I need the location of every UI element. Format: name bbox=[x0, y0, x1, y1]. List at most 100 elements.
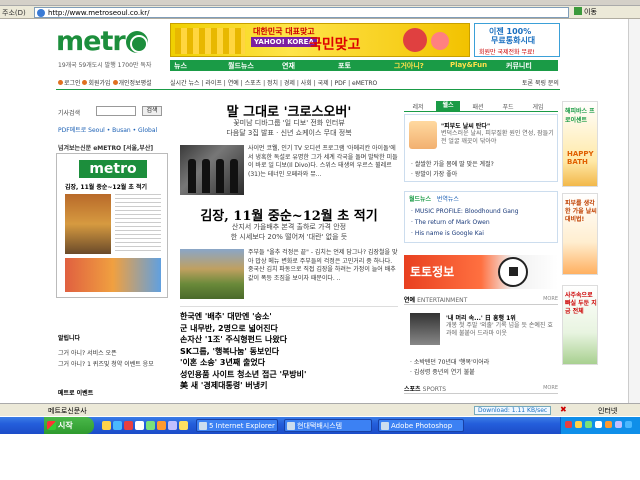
feature-title[interactable]: "피부도 날씨 탄다" bbox=[441, 121, 490, 130]
nav-news[interactable]: 뉴스 bbox=[174, 61, 187, 71]
nav-photo[interactable]: 포토 bbox=[338, 61, 351, 71]
sports-header: 스포츠 SPORTS MORE bbox=[404, 384, 558, 394]
subheadline-2a: 산지서 가을배추 본격 출하로 가격 안정 bbox=[231, 223, 347, 231]
list-item[interactable]: '이혼 소송' 3년째 출었다 bbox=[180, 357, 398, 369]
login-link[interactable]: 로그인 bbox=[64, 80, 81, 87]
task-delivery-system[interactable]: 현대택배시스템 bbox=[284, 419, 372, 432]
skin-care-ad[interactable]: 피부를 생각한 가을 날씨 대비법! bbox=[562, 193, 598, 275]
entertainment-headline[interactable]: '내 머리 속...' 日 흥행 1위 bbox=[446, 313, 516, 322]
nav-world-news[interactable]: 월드뉴스 bbox=[228, 61, 254, 71]
feature-photo[interactable] bbox=[409, 121, 437, 149]
lifestyle-tabs: 레저 웰스 패션 푸드 게임 bbox=[404, 101, 558, 112]
soccer-ball-icon bbox=[498, 257, 528, 287]
sports-more-link[interactable]: MORE bbox=[543, 385, 558, 391]
entertainment-photo[interactable] bbox=[410, 313, 440, 345]
entertainment-item[interactable]: · 소박텐던 70년대 '행복'이어라 bbox=[410, 357, 489, 366]
il-divo-photo[interactable] bbox=[180, 145, 244, 195]
quick-launch-icon[interactable] bbox=[157, 421, 166, 430]
edition-links[interactable]: PDF메트로 Seoul • Busan • Global bbox=[58, 125, 157, 134]
nav-series[interactable]: 연재 bbox=[282, 61, 295, 71]
entertainment-item[interactable]: · 김성령 중년의 연기 불붙 bbox=[410, 367, 475, 376]
tab-game[interactable]: 게임 bbox=[526, 102, 550, 111]
quick-launch-icon[interactable] bbox=[102, 421, 111, 430]
ad-line3: 회원만 국제전화 무료! bbox=[479, 49, 535, 56]
phone-ad[interactable]: 이젠 100% 무료통화시대 회원만 국제전화 무료! bbox=[474, 23, 560, 57]
list-item[interactable]: 손자산 '1조' 주식형펀드 나왔다 bbox=[180, 334, 398, 346]
list-item[interactable]: 美 새 '경제대통령' 버냉키 bbox=[180, 380, 398, 392]
notice-item[interactable]: 그거 아니? 서비스 오픈 bbox=[58, 348, 117, 357]
ad1-brand: HAPPY BATH bbox=[567, 150, 594, 166]
go-button[interactable]: 이동 bbox=[574, 7, 636, 18]
quick-launch-icon[interactable] bbox=[124, 421, 133, 430]
toto-banner[interactable]: 토토정보 bbox=[404, 255, 558, 289]
wellness-feature: "피부도 날씨 탄다" 변덕스러운 날씨, 피부질환 원인 연성, 잠들기 전 … bbox=[404, 114, 558, 182]
banner-title: 국민맞고 bbox=[309, 37, 361, 53]
search-input[interactable] bbox=[96, 106, 136, 116]
tab-world-news[interactable]: 월드뉴스 bbox=[409, 196, 431, 203]
quick-launch-icon[interactable] bbox=[146, 421, 155, 430]
nav-community[interactable]: 커뮤니티 bbox=[506, 61, 532, 71]
tab-leisure[interactable]: 레저 bbox=[406, 102, 430, 111]
entertainment-more-link[interactable]: MORE bbox=[543, 296, 558, 302]
figure bbox=[216, 159, 224, 193]
ad3-text: 사주속으로 빠실 두둔 지금 전체 bbox=[565, 292, 597, 315]
quick-launch-icon[interactable] bbox=[168, 421, 177, 430]
signup-link[interactable]: 회원가입 bbox=[88, 80, 110, 87]
sub-nav-right[interactable]: 토론 북링 문의 bbox=[522, 78, 559, 87]
entertainment-text: 개봉 첫 주말 '외출' 기록 넘을 듯 손예진 효과에 불붙어 드라마 이웃 bbox=[446, 322, 553, 337]
article-search: 기사검색 검색 bbox=[56, 106, 168, 118]
sports-label-en: SPORTS bbox=[422, 386, 447, 393]
nav-play-fun[interactable]: Play&Fun bbox=[450, 61, 487, 69]
tray-icon[interactable] bbox=[605, 421, 612, 428]
vertical-scrollbar[interactable] bbox=[628, 19, 640, 404]
address-bar: 주소(D) http://www.metroseoul.co.kr/ 이동 bbox=[0, 6, 640, 19]
banner-ad[interactable]: 대한민국 대표맞고 YAHOO! KOREA 국민맞고 bbox=[170, 23, 470, 57]
feature-link[interactable]: · 왕발이 가장 좋아 bbox=[411, 169, 457, 178]
tray-icon[interactable] bbox=[575, 421, 582, 428]
world-news-item[interactable]: · The return of Mark Owen bbox=[411, 219, 490, 226]
notice-subitem[interactable]: 그거 아니? 1 퀴즈및 청약 이벤트 응모 bbox=[58, 359, 154, 368]
tray-icon[interactable] bbox=[595, 421, 602, 428]
search-button[interactable]: 검색 bbox=[142, 106, 162, 116]
url-input[interactable]: http://www.metroseoul.co.kr/ bbox=[34, 7, 569, 18]
start-button[interactable]: 시작 bbox=[44, 417, 94, 434]
emetro-thumbnail[interactable]: metro 김장, 11월 중순~12월 초 적기 bbox=[56, 153, 168, 298]
task-photoshop[interactable]: Adobe Photoshop bbox=[378, 419, 464, 432]
quick-launch-icon[interactable] bbox=[179, 421, 188, 430]
list-item[interactable]: 성인용품 사이트 청소년 접근 '무방비' bbox=[180, 369, 398, 381]
tagline: 19개국 59개도시 발행 1700만 독자 bbox=[58, 62, 152, 69]
tray-icon[interactable] bbox=[565, 421, 572, 428]
close-icon[interactable]: ✖ bbox=[560, 405, 567, 414]
thumb-logo: metro bbox=[79, 160, 147, 178]
tray-icon[interactable] bbox=[585, 421, 592, 428]
nav-did-you-know[interactable]: 그거아니? bbox=[394, 61, 424, 71]
tab-wellness[interactable]: 웰스 bbox=[436, 101, 460, 111]
entertainment-label: 연예 bbox=[404, 297, 416, 304]
list-item[interactable]: 군 내무반, 2명으로 넓어진다 bbox=[180, 323, 398, 335]
tray-icon[interactable] bbox=[615, 421, 622, 428]
divider bbox=[56, 89, 560, 90]
privacy-link[interactable]: 개인정보평설 bbox=[119, 80, 152, 87]
tab-food[interactable]: 푸드 bbox=[496, 102, 520, 111]
fortune-ad[interactable]: 사주속으로 빠실 두둔 지금 전체 bbox=[562, 285, 598, 365]
article-body-1: 사이먼 코웰, 인기 TV 오디션 프로그램 '아메리칸 아이돌'에서 냉혹한 … bbox=[248, 145, 398, 178]
world-news-item[interactable]: · His name is Google Kai bbox=[411, 230, 484, 237]
tray-icon[interactable] bbox=[625, 421, 632, 428]
quick-launch-icon[interactable] bbox=[135, 421, 144, 430]
happy-bath-ad[interactable]: 해피바스 프로이센트 HAPPY BATH bbox=[562, 101, 598, 187]
list-item[interactable]: SK그룹, '행복나눔' 동보인다 bbox=[180, 346, 398, 358]
flower-icon bbox=[403, 28, 427, 52]
page-icon bbox=[37, 9, 45, 17]
sub-nav[interactable]: 실시간 뉴스 | 라이프 | 연예 | 스포츠 | 정치 | 경제 | 사회 |… bbox=[170, 78, 377, 87]
task-internet-explorer[interactable]: 5 Internet Explorer bbox=[196, 419, 278, 432]
address-label: 주소(D) bbox=[2, 9, 26, 17]
flower-icon bbox=[431, 32, 449, 50]
quick-launch-icon[interactable] bbox=[113, 421, 122, 430]
metro-logo[interactable]: metr bbox=[56, 26, 148, 57]
world-news-item[interactable]: · MUSIC PROFILE: Bloodhound Gang bbox=[411, 208, 519, 215]
list-item[interactable]: 한국엔 '배추' 대만엔 '숭소' bbox=[180, 311, 398, 323]
tab-fashion[interactable]: 패션 bbox=[466, 102, 490, 111]
feature-link[interactable]: · 쌀쌀한 가을 몸에 딸 맞은 계절? bbox=[411, 159, 494, 168]
tab-translated-news[interactable]: 번역뉴스 bbox=[437, 196, 459, 203]
cabbage-field-photo[interactable] bbox=[180, 249, 244, 299]
